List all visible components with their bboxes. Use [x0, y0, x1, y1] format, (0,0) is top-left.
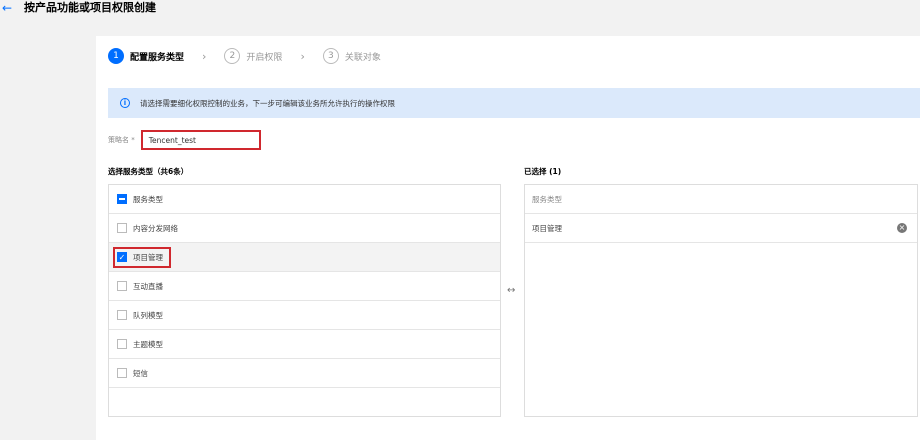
list-item[interactable]: 主题模型 — [109, 330, 500, 359]
policy-name-value: Tencent_test — [148, 135, 196, 145]
step-1: 1 配置服务类型 — [108, 48, 184, 64]
selected-header-row: 服务类型 — [525, 185, 917, 214]
policy-name-input[interactable]: Tencent_test — [140, 130, 261, 150]
right-panel-title: 已选择 (1) — [524, 167, 562, 176]
alert-text: 请选择需要细化权限控制的业务，下一步可编辑该业务所允许执行的操作权限 — [140, 98, 395, 108]
chevron-right-icon: › — [202, 49, 207, 63]
back-arrow-icon[interactable]: ← — [2, 1, 12, 15]
policy-name-label: 策略名 * — [108, 136, 135, 144]
service-type-list: 服务类型 内容分发网络 ✓ 项目管理 互动直播 队列模型 主题模型 短信 — [108, 184, 501, 417]
policy-name-row: 策略名 * Tencent_test — [108, 130, 261, 150]
step-2-number: 2 — [224, 48, 241, 64]
list-item[interactable]: ✓ 项目管理 — [109, 243, 500, 272]
list-item-label: 内容分发网络 — [133, 223, 178, 233]
item-checkbox[interactable] — [117, 368, 127, 378]
info-icon: i — [120, 98, 130, 108]
step-2-label: 开启权限 — [246, 52, 283, 63]
list-header-label: 服务类型 — [133, 194, 163, 204]
list-item-label: 主题模型 — [133, 339, 163, 349]
left-panel-title: 选择服务类型（共6条） — [108, 167, 189, 176]
selected-header-label: 服务类型 — [532, 194, 562, 204]
transfer-icon: ↔ — [507, 285, 516, 296]
page-title: 按产品功能或项目权限创建 — [24, 1, 156, 14]
item-checkbox[interactable] — [117, 281, 127, 291]
highlight-box — [113, 247, 171, 268]
selected-item: 项目管理 × — [525, 214, 917, 243]
list-item[interactable]: 短信 — [109, 359, 500, 388]
list-item[interactable]: 队列模型 — [109, 301, 500, 330]
selected-list: 服务类型 项目管理 × — [524, 184, 918, 417]
step-2: 2 开启权限 — [224, 48, 282, 64]
item-checkbox[interactable] — [117, 223, 127, 233]
item-checkbox[interactable] — [117, 310, 127, 320]
list-item-label: 短信 — [133, 368, 148, 378]
step-3-number: 3 — [322, 48, 339, 64]
list-item-label: 队列模型 — [133, 310, 163, 320]
selected-item-label: 项目管理 — [532, 223, 562, 233]
step-3-label: 关联对象 — [344, 52, 381, 63]
list-item[interactable]: 内容分发网络 — [109, 214, 500, 243]
step-1-number: 1 — [108, 48, 124, 64]
list-item-label: 互动直播 — [133, 281, 163, 291]
remove-icon[interactable]: × — [897, 223, 907, 233]
step-indicator: 1 配置服务类型 › 2 开启权限 › 3 关联对象 — [108, 46, 381, 66]
step-1-label: 配置服务类型 — [130, 52, 185, 63]
select-all-checkbox[interactable] — [117, 194, 127, 204]
info-alert: i 请选择需要细化权限控制的业务，下一步可编辑该业务所允许执行的操作权限 — [108, 88, 920, 118]
step-3: 3 关联对象 — [322, 48, 381, 64]
chevron-right-icon: › — [300, 49, 305, 63]
main-card: 1 配置服务类型 › 2 开启权限 › 3 关联对象 i 请选择需要细化权限控制… — [96, 36, 920, 440]
top-bar: ← 按产品功能或项目权限创建 — [0, 0, 920, 22]
item-checkbox[interactable] — [117, 339, 127, 349]
list-item[interactable]: 互动直播 — [109, 272, 500, 301]
list-header-row: 服务类型 — [109, 185, 500, 214]
